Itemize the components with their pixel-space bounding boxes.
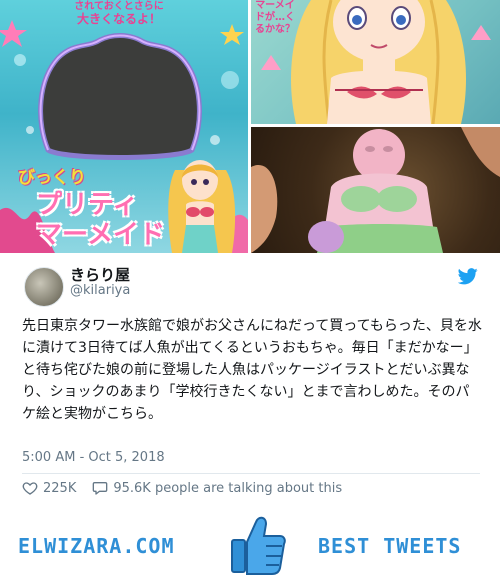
like-count[interactable]: 225K	[43, 481, 76, 496]
engagement-bar: 225K 95.6K people are talking about this	[22, 478, 342, 498]
heart-outline-icon[interactable]	[22, 480, 38, 496]
package-title-small: びっくり	[18, 168, 86, 188]
site-name-label[interactable]: ELWIZARA.COM	[18, 534, 175, 558]
package-photo[interactable]: されておくとさらに 大きくなるよ！ びっくり プリティ マーメイド	[0, 0, 248, 253]
tweet-media-collage[interactable]: されておくとさらに 大きくなるよ！ びっくり プリティ マーメイド マーメイドが…	[0, 0, 500, 253]
speech-bubble-icon[interactable]	[92, 480, 108, 496]
package-title-line1: プリティ	[36, 190, 139, 220]
package-title-line2: マーメイド	[36, 220, 165, 250]
site-footer-banner: ELWIZARA.COM BEST TWEETS	[0, 507, 500, 582]
illustration-side-text: マーメイドが…くるかな？	[255, 0, 295, 35]
tweet-text: 先日東京タワー水族館で娘がお父さんにねだって買ってもらった、貝を水に漬けて3日待…	[22, 318, 482, 422]
user-display-name[interactable]: きらり屋	[70, 264, 130, 285]
tweet-timestamp[interactable]: 5:00 AM - Oct 5, 2018	[22, 450, 165, 465]
illustration-closeup-photo[interactable]: マーメイドが…くるかな？	[251, 0, 500, 124]
best-tweets-label[interactable]: BEST TWEETS	[318, 534, 461, 558]
actual-toy-photo[interactable]	[251, 127, 500, 253]
twitter-bird-icon[interactable]	[458, 268, 478, 285]
avatar[interactable]	[24, 267, 64, 307]
thumbs-up-icon	[231, 516, 286, 575]
actual-toy-art	[251, 127, 500, 253]
package-top-text: されておくとさらに 大きくなるよ！	[54, 0, 184, 26]
user-handle[interactable]: @kilariya	[70, 283, 130, 298]
tweet-card: きらり屋 @kilariya 先日東京タワー水族館で娘がお父さんにねだって買って…	[0, 253, 500, 499]
talking-about-text[interactable]: 95.6K people are talking about this	[113, 481, 342, 496]
package-top-text-line2: 大きくなるよ！	[76, 12, 161, 26]
package-title-main: プリティ マーメイド	[36, 190, 206, 250]
divider	[22, 473, 480, 474]
